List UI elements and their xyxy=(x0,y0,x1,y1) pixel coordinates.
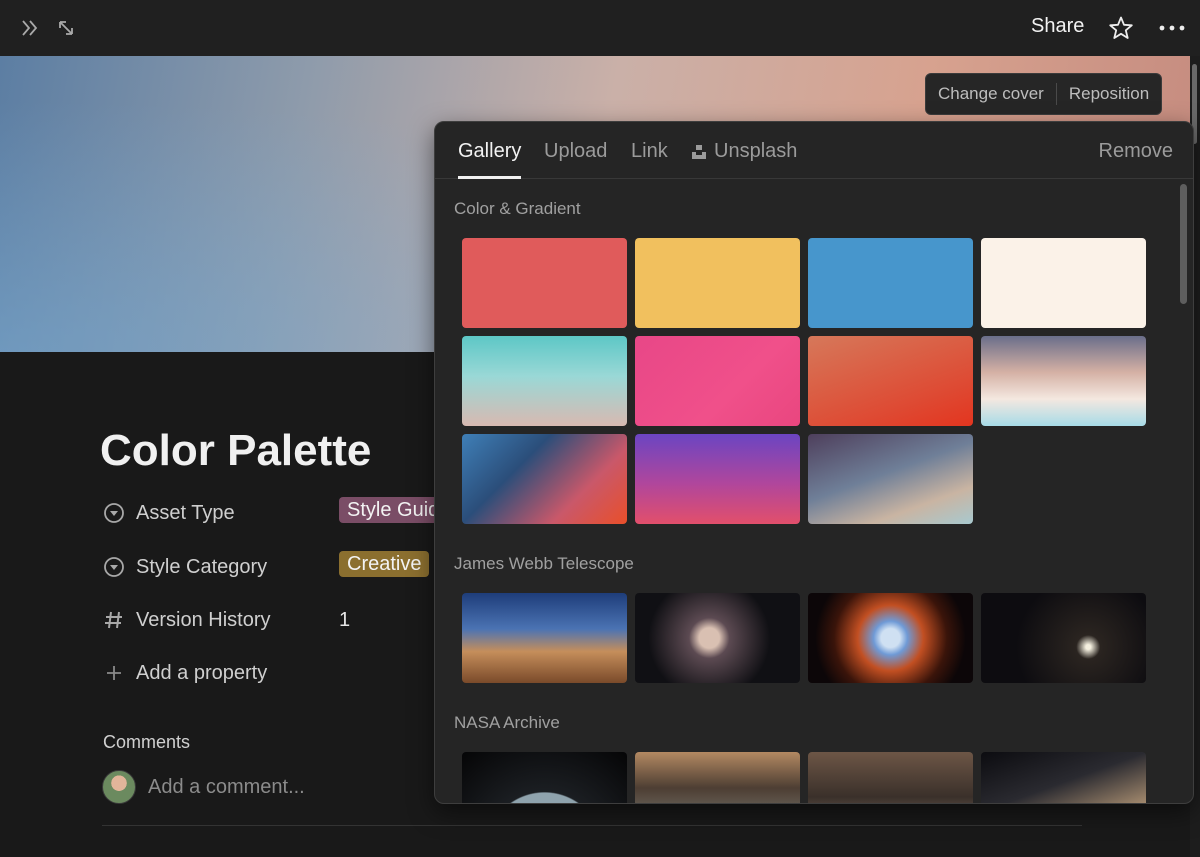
property-label: Version History xyxy=(136,608,271,631)
double-chevron-right-icon[interactable] xyxy=(16,14,44,42)
section-title-nasa-archive: NASA Archive xyxy=(454,713,560,732)
property-version-history[interactable]: Version History xyxy=(102,605,271,635)
cover-option-jwst-southern-ring[interactable] xyxy=(808,593,973,683)
cover-option-gradient-blue-red[interactable] xyxy=(462,434,627,524)
status-badge: Creative xyxy=(339,551,430,577)
tab-unsplash-label: Unsplash xyxy=(714,140,798,162)
cover-option-nasa-spacewalk[interactable] xyxy=(981,752,1146,803)
cover-option-solid-red[interactable] xyxy=(462,238,627,328)
tab-gallery[interactable]: Gallery xyxy=(458,140,521,163)
more-dots-icon[interactable] xyxy=(1158,14,1186,42)
cover-option-nasa-rocket-stage[interactable] xyxy=(635,752,800,803)
tab-link[interactable]: Link xyxy=(631,140,668,163)
status-badge: Style Guid xyxy=(339,497,448,523)
cover-option-gradient-peach-blue[interactable] xyxy=(981,336,1146,426)
cover-option-solid-blue[interactable] xyxy=(808,238,973,328)
top-bar: Share xyxy=(0,0,1200,56)
unsplash-icon xyxy=(692,144,706,159)
tab-unsplash[interactable]: Unsplash xyxy=(691,140,797,163)
avatar xyxy=(102,770,136,804)
change-cover-button[interactable]: Change cover xyxy=(926,84,1056,104)
select-circle-icon xyxy=(102,555,126,579)
tab-upload[interactable]: Upload xyxy=(544,140,607,163)
property-asset-type[interactable]: Asset Type xyxy=(102,498,235,528)
cover-option-gradient-dusk[interactable] xyxy=(808,434,973,524)
cover-option-solid-cream[interactable] xyxy=(981,238,1146,328)
property-style-category[interactable]: Style Category xyxy=(102,552,267,582)
hash-icon xyxy=(102,608,126,632)
comments-heading: Comments xyxy=(103,732,191,752)
select-circle-icon xyxy=(102,501,126,525)
page-title[interactable]: Color Palette xyxy=(100,426,371,476)
cover-option-gradient-teal[interactable] xyxy=(462,336,627,426)
popup-scrollbar[interactable] xyxy=(1180,184,1188,794)
reposition-button[interactable]: Reposition xyxy=(1057,84,1161,104)
add-property-label: Add a property xyxy=(136,661,268,684)
cover-option-solid-yellow[interactable] xyxy=(635,238,800,328)
property-value-version-history[interactable]: 1 xyxy=(339,609,350,632)
divider xyxy=(102,825,1082,826)
property-label: Style Category xyxy=(136,555,268,578)
section-title-color-gradient: Color & Gradient xyxy=(454,199,581,218)
star-icon[interactable] xyxy=(1107,14,1135,42)
cover-option-gradient-pink[interactable] xyxy=(635,336,800,426)
cover-option-jwst-deep-field[interactable] xyxy=(981,593,1146,683)
comment-composer[interactable]: Add a comment... xyxy=(102,770,305,804)
property-label: Asset Type xyxy=(136,501,235,524)
section-title-james-webb: James Webb Telescope xyxy=(454,554,634,573)
comment-input[interactable]: Add a comment... xyxy=(148,776,305,799)
add-property-button[interactable]: Add a property xyxy=(102,658,267,688)
property-value-asset-type[interactable]: Style Guid xyxy=(339,497,448,523)
cover-picker-tabs: Gallery Upload Link Unsplash Remove xyxy=(435,122,1193,179)
property-value-style-category[interactable]: Creative xyxy=(339,551,430,577)
remove-cover-button[interactable]: Remove xyxy=(1099,140,1173,163)
cover-option-nasa-engineers[interactable] xyxy=(808,752,973,803)
cover-picker-popup: Gallery Upload Link Unsplash Remove Colo… xyxy=(434,121,1194,804)
cover-actions: Change cover Reposition xyxy=(925,73,1163,115)
cover-option-nasa-earth[interactable] xyxy=(462,752,627,803)
active-tab-indicator xyxy=(458,176,521,179)
expand-arrows-icon[interactable] xyxy=(52,14,80,42)
cover-option-jwst-stephans-quintet[interactable] xyxy=(635,593,800,683)
share-button[interactable]: Share xyxy=(1031,15,1084,38)
cover-option-jwst-cosmic-cliffs[interactable] xyxy=(462,593,627,683)
cover-option-gradient-orange-red[interactable] xyxy=(808,336,973,426)
plus-icon xyxy=(102,661,126,685)
cover-option-gradient-purple-pink[interactable] xyxy=(635,434,800,524)
